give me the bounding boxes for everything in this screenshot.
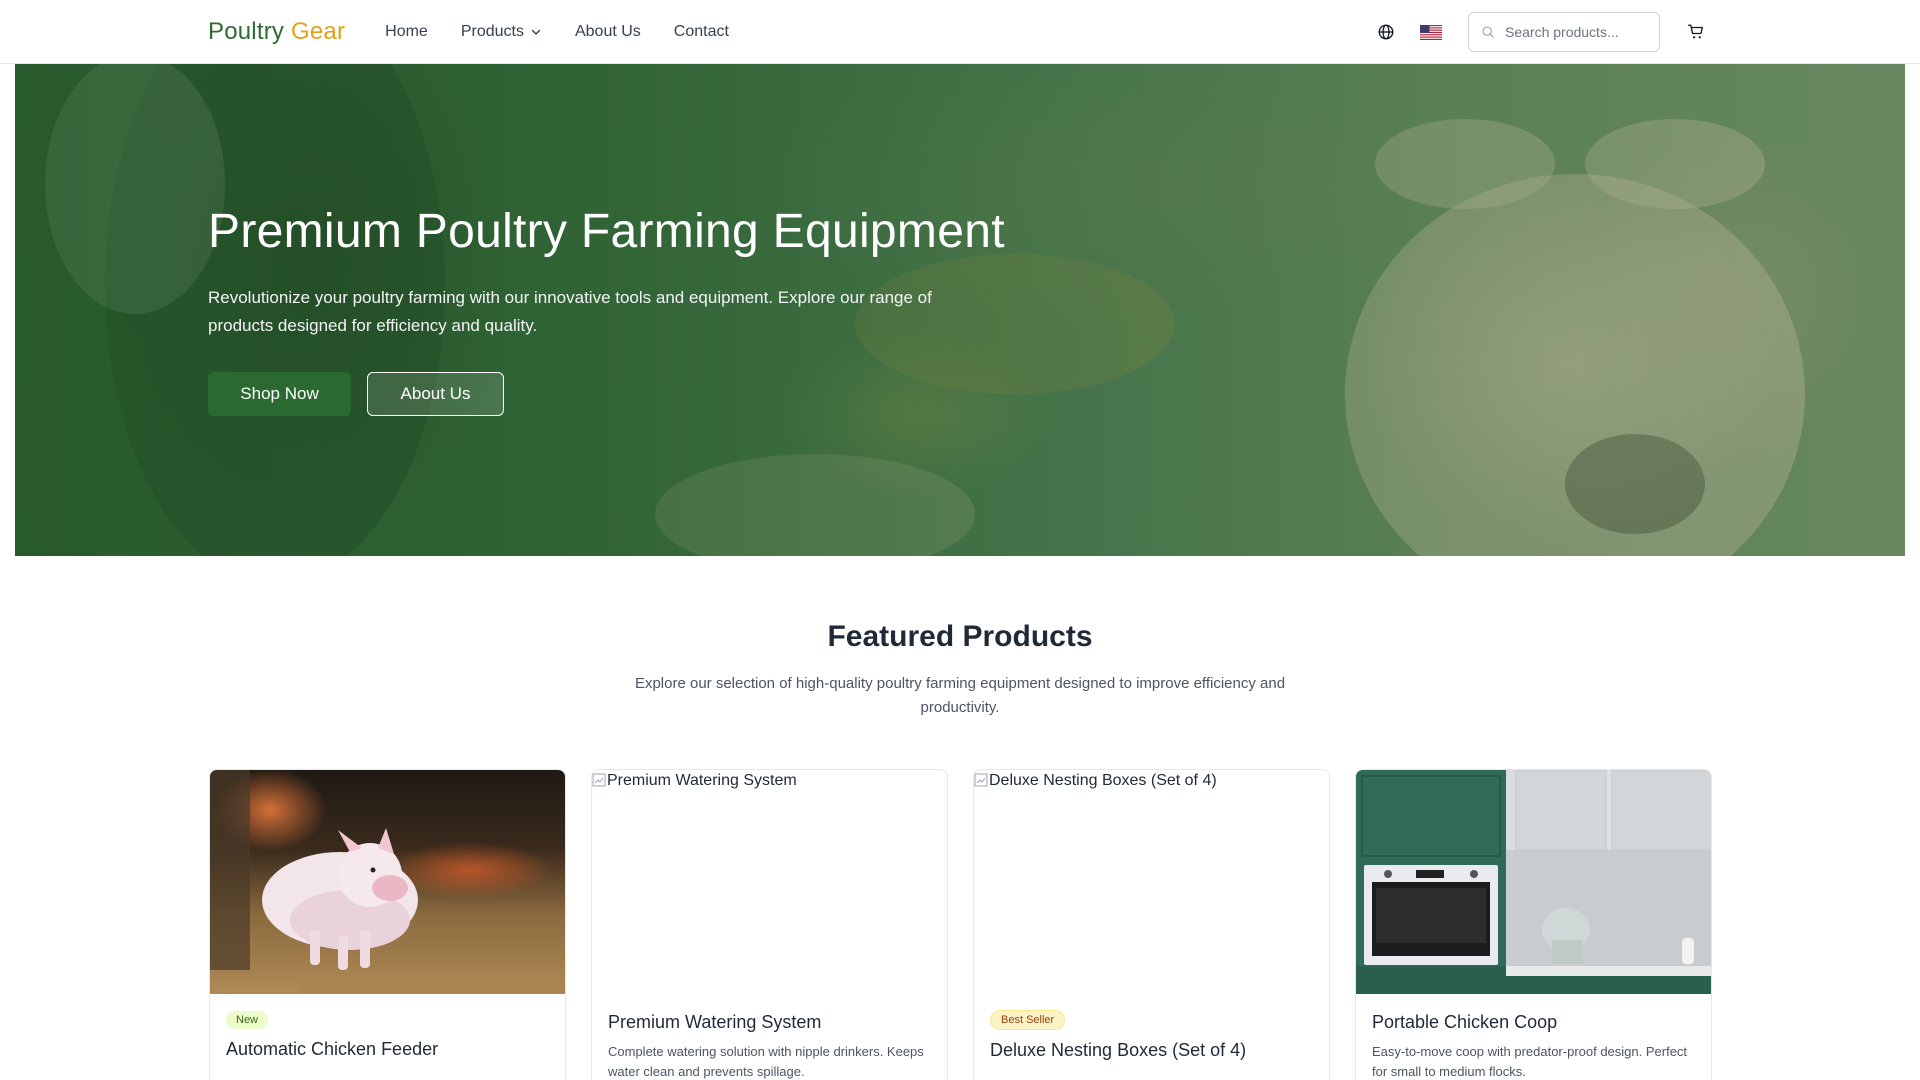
language-button[interactable]	[1370, 16, 1402, 48]
featured-title: Featured Products	[827, 620, 1093, 653]
product-image[interactable]: Premium Watering System	[592, 770, 947, 994]
main-nav: Home Products About Us Contact	[385, 23, 762, 41]
product-description: Easy-to-move coop with predator-proof de…	[1372, 1044, 1688, 1079]
product-card[interactable]: Portable Chicken Coop Easy-to-move coop …	[1355, 769, 1712, 1080]
cart-icon	[1687, 24, 1704, 39]
broken-image: Premium Watering System	[592, 770, 947, 790]
search-input[interactable]	[1505, 24, 1645, 40]
shop-now-button[interactable]: Shop Now	[208, 372, 351, 416]
image-alt-text: Deluxe Nesting Boxes (Set of 4)	[989, 772, 1217, 789]
hero-buttons: Shop Now About Us	[208, 372, 1008, 416]
site-header: Poultry Gear Home Products About Us Cont…	[0, 0, 1920, 64]
nav-home-label: Home	[385, 23, 428, 40]
hero-banner: Premium Poultry Farming Equipment Revolu…	[15, 64, 1905, 556]
card-body: New Automatic Chicken Feeder	[210, 994, 565, 1077]
product-name[interactable]: Premium Watering System	[608, 1010, 931, 1034]
product-description: Complete watering solution with nipple d…	[608, 1044, 924, 1079]
cart-button[interactable]	[1680, 16, 1712, 48]
nav-contact[interactable]: Contact	[674, 23, 729, 41]
broken-image-icon	[592, 773, 606, 787]
image-alt-text: Premium Watering System	[607, 772, 797, 789]
product-card[interactable]: Premium Watering System Premium Watering…	[591, 769, 948, 1080]
product-grid: New Automatic Chicken Feeder Premium Wat…	[209, 769, 1712, 1080]
header-actions	[1370, 12, 1712, 52]
chevron-down-icon	[531, 29, 541, 35]
broken-image: Deluxe Nesting Boxes (Set of 4)	[974, 770, 1329, 790]
search-box[interactable]	[1468, 12, 1660, 52]
search-icon	[1482, 26, 1494, 38]
broken-image-icon	[974, 773, 988, 787]
nav-about[interactable]: About Us	[575, 23, 641, 41]
product-name[interactable]: Deluxe Nesting Boxes (Set of 4)	[990, 1038, 1313, 1062]
nav-home[interactable]: Home	[385, 23, 428, 41]
hero-content: Premium Poultry Farming Equipment Revolu…	[208, 204, 1008, 416]
product-card[interactable]: New Automatic Chicken Feeder	[209, 769, 566, 1080]
kitchen-photo	[1356, 770, 1711, 994]
piglet-photo	[210, 770, 565, 994]
badge-new: New	[226, 1011, 269, 1029]
logo-primary: Poultry	[208, 18, 285, 45]
product-card[interactable]: Deluxe Nesting Boxes (Set of 4) Best Sel…	[973, 769, 1330, 1080]
product-image[interactable]	[210, 770, 565, 994]
hero-title: Premium Poultry Farming Equipment	[208, 205, 1005, 258]
product-name[interactable]: Portable Chicken Coop	[1372, 1010, 1695, 1034]
product-image[interactable]: Deluxe Nesting Boxes (Set of 4)	[974, 770, 1329, 994]
nav-products[interactable]: Products	[461, 23, 542, 41]
globe-icon	[1378, 24, 1394, 40]
about-us-button[interactable]: About Us	[367, 372, 504, 416]
product-image[interactable]	[1356, 770, 1711, 994]
card-body: Best Seller Deluxe Nesting Boxes (Set of…	[974, 994, 1329, 1078]
nav-about-label: About Us	[574, 23, 641, 40]
us-flag-icon[interactable]	[1420, 24, 1442, 40]
logo-accent: Gear	[290, 18, 346, 45]
card-body: Portable Chicken Coop Easy-to-move coop …	[1356, 994, 1711, 1080]
nav-products-label: Products	[460, 23, 524, 40]
logo[interactable]: Poultry Gear	[208, 18, 345, 46]
badge-best-seller: Best Seller	[990, 1010, 1066, 1030]
nav-contact-label: Contact	[673, 23, 729, 40]
hero-subtitle: Revolutionize your poultry farming with …	[208, 288, 932, 335]
featured-subtitle: Explore our selection of high-quality po…	[634, 675, 1286, 716]
product-name[interactable]: Automatic Chicken Feeder	[226, 1037, 549, 1061]
card-body: Premium Watering System Complete waterin…	[592, 994, 947, 1080]
